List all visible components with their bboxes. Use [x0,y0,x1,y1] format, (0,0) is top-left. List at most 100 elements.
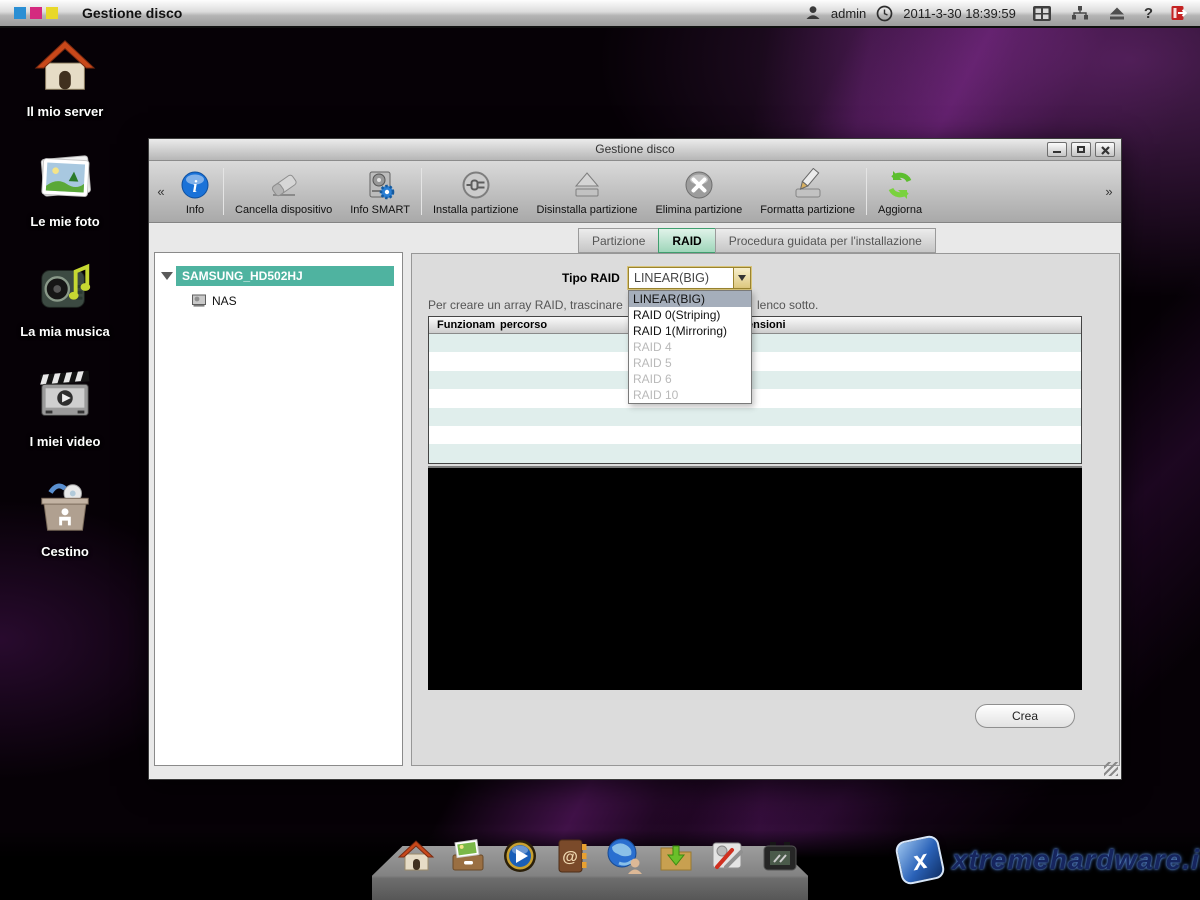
column-header: ensioni [747,319,786,331]
dock-media-player-icon[interactable] [500,836,540,876]
raid-type-label: Tipo RAID [562,271,620,285]
window-resize-grip[interactable] [1104,762,1118,776]
tab-procedura-guidata[interactable]: Procedura guidata per l'installazione [715,228,936,253]
column-header: percorso [500,319,547,331]
dock-download-folder-icon[interactable] [656,836,696,876]
dock-contacts-icon[interactable]: @ [552,836,592,876]
desktop-icon-my-server[interactable]: Il mio server [12,36,118,146]
raid-type-selected-value: LINEAR(BIG) [629,268,750,288]
toolbar-scroll-left[interactable]: « [153,161,169,222]
close-button[interactable] [1095,142,1115,157]
device-tree-panel: SAMSUNG_HD502HJ NAS [154,252,403,766]
desktop-icon-label: Cestino [41,544,89,559]
expand-triangle-icon[interactable] [161,272,173,280]
raid-member-table[interactable]: Funzionam percorso ensioni [428,316,1082,464]
column-header: Funzionam [437,319,495,331]
desktop-icon-my-videos[interactable]: I miei video [12,366,118,476]
window-toolbar: « i Info Cancella dispositivo [149,161,1121,223]
network-icon[interactable] [1070,5,1090,21]
tree-root-device[interactable]: SAMSUNG_HD502HJ [161,266,394,286]
eraser-icon [267,168,301,202]
toolbar-delete-partition-button[interactable]: Elimina partizione [646,161,751,222]
table-header-row: Funzionam percorso ensioni [429,317,1081,334]
maximize-button[interactable] [1071,142,1091,157]
toolbar-separator [421,168,422,215]
help-icon[interactable]: ? [1144,5,1153,22]
raid-type-select[interactable]: LINEAR(BIG) [628,267,751,289]
toolbar-info-button[interactable]: i Info [169,161,221,222]
svg-text:i: i [193,177,198,196]
minimize-button[interactable] [1047,142,1067,157]
dock-photos-icon[interactable] [448,836,488,876]
table-row [429,444,1081,462]
dock-web-users-icon[interactable] [604,836,644,876]
toolbar-uninstall-partition-button[interactable]: Disinstalla partizione [528,161,647,222]
desktop-icon-my-music[interactable]: La mia musica [12,256,118,366]
photos-icon [34,146,96,208]
trash-icon [34,476,96,538]
dropdown-option-raid4: RAID 4 [629,339,751,355]
logout-icon[interactable] [1171,5,1188,21]
maximize-icon [1077,146,1085,153]
dock: @ [372,834,808,900]
house-icon [34,36,96,98]
table-row [429,389,1081,407]
delete-circle-icon [682,168,716,202]
desktop-icon-label: La mia musica [20,324,110,339]
tree-child-nas[interactable]: NAS [191,293,402,308]
toolbar-separator [223,168,224,215]
toolbar-refresh-button[interactable]: Aggiorna [869,161,931,222]
dropdown-option-raid10: RAID 10 [629,387,751,403]
tab-raid[interactable]: RAID [658,228,715,253]
info-icon: i [178,168,212,202]
disk-icon [191,293,208,308]
toolbar-scroll-right[interactable]: » [1101,161,1117,222]
desktop-icon-column: Il mio server Le mie foto La mia musica [12,36,118,586]
select-arrow-button[interactable] [733,268,750,288]
disk-gear-icon [363,168,397,202]
eject-icon[interactable] [1108,6,1126,21]
table-row [429,408,1081,426]
dock-toolbox-icon[interactable] [760,836,800,876]
raid-panel: Tipo RAID LINEAR(BIG) Per creare un arra… [411,253,1120,766]
desktop-icon-label: Le mie foto [30,214,99,229]
xtremehardware-watermark: x xtremehardware.it [898,838,1200,882]
toolbar-install-partition-button[interactable]: Installa partizione [424,161,528,222]
desktop-icon-trash[interactable]: Cestino [12,476,118,586]
toolbar-smart-info-button[interactable]: Info SMART [341,161,419,222]
desktop-icon-my-photos[interactable]: Le mie foto [12,146,118,256]
clock-icon [876,5,893,22]
window-grid-icon[interactable] [1032,5,1052,22]
music-icon [34,256,96,318]
instruction-text-before: Per creare un array RAID, trascinare [428,298,623,312]
system-topbar: Gestione disco admin 2011-3-30 18:39:59 … [0,0,1200,28]
watermark-text: xtremehardware.it [952,844,1200,876]
topbar-title: Gestione disco [82,5,182,21]
table-row [429,352,1081,370]
tab-bar: Partizione RAID Procedura guidata per l'… [579,228,936,253]
disk-management-window: Gestione disco « i Info Cancella dispo [148,138,1122,780]
brand-logo-icon [14,7,58,19]
plug-icon [459,168,493,202]
tree-root-label[interactable]: SAMSUNG_HD502HJ [176,266,394,286]
chevron-down-icon [738,275,746,281]
dropdown-option-raid1[interactable]: RAID 1(Mirroring) [629,323,751,339]
user-name: admin [831,6,866,21]
desktop-icon-label: I miei video [30,434,101,449]
tree-child-label: NAS [212,294,237,308]
dropdown-option-linear-big[interactable]: LINEAR(BIG) [629,291,751,307]
video-icon [34,366,96,428]
tab-partizione[interactable]: Partizione [578,228,659,253]
table-row [429,334,1081,352]
window-titlebar[interactable]: Gestione disco [149,139,1121,161]
raid-detail-blank-area [428,466,1082,690]
toolbar-erase-device-button[interactable]: Cancella dispositivo [226,161,341,222]
user-icon [805,5,821,21]
toolbar-format-partition-button[interactable]: Formatta partizione [751,161,864,222]
create-raid-button[interactable]: Crea [975,704,1075,728]
toolbar-separator [866,168,867,215]
dropdown-option-raid0[interactable]: RAID 0(Striping) [629,307,751,323]
dock-home-icon[interactable] [396,836,436,876]
eject-partition-icon [570,168,604,202]
dock-disk-utility-icon[interactable] [708,836,748,876]
